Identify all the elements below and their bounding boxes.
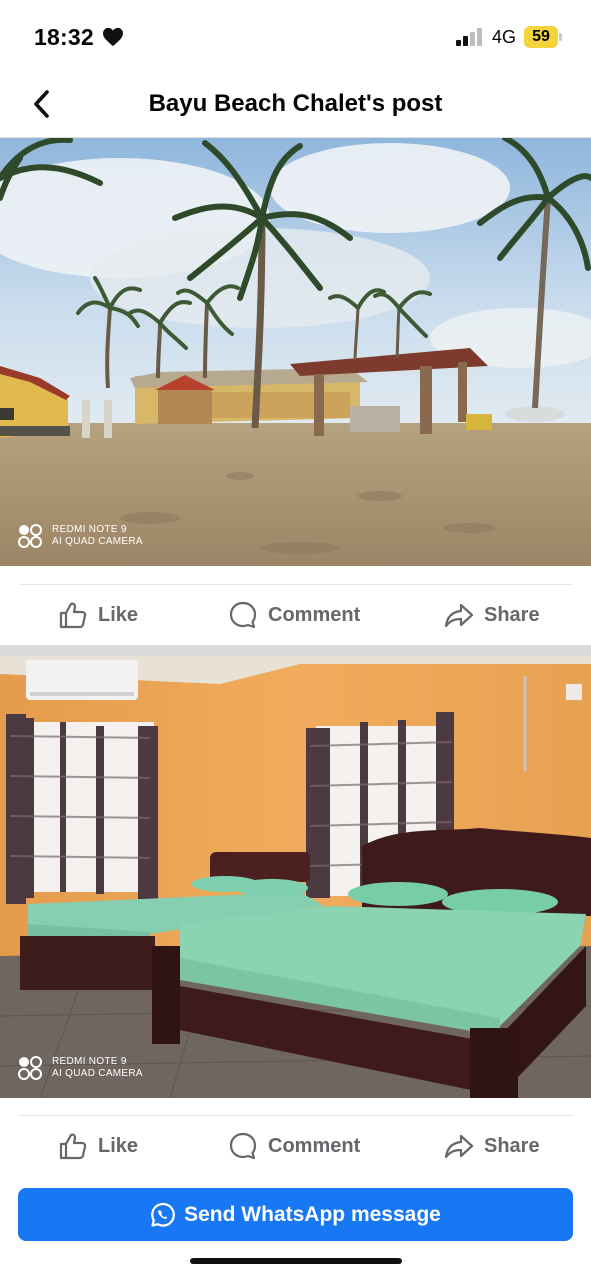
- post-actions: Like Comment Share: [20, 1115, 572, 1175]
- watermark-line1: REDMI NOTE 9: [52, 524, 127, 535]
- watermark-line2: AI QUAD CAMERA: [52, 536, 143, 547]
- share-label: Share: [484, 603, 540, 626]
- share-arrow-icon: [444, 603, 474, 628]
- heart-icon: [103, 27, 123, 47]
- comment-bubble-icon: [229, 1132, 257, 1160]
- battery-level: 59: [532, 28, 550, 45]
- comment-button[interactable]: Comment: [228, 1128, 360, 1164]
- send-whatsapp-label: Send WhatsApp message: [184, 1202, 441, 1226]
- whatsapp-icon: [151, 1202, 176, 1227]
- page-title: Bayu Beach Chalet's post: [148, 90, 443, 117]
- share-label: Share: [484, 1134, 540, 1157]
- camera-lens-icon: [18, 1056, 42, 1080]
- like-label: Like: [98, 1134, 139, 1157]
- comment-label: Comment: [268, 603, 361, 626]
- like-button[interactable]: Like: [58, 1128, 138, 1164]
- post-header: Bayu Beach Chalet's post: [0, 72, 591, 138]
- share-button[interactable]: Share: [444, 1128, 540, 1164]
- home-indicator[interactable]: [190, 1258, 402, 1264]
- share-arrow-icon: [444, 1134, 474, 1159]
- status-time: 18:32: [34, 24, 94, 50]
- watermark-line2: AI QUAD CAMERA: [52, 1068, 143, 1079]
- like-label: Like: [98, 603, 139, 626]
- camera-watermark: REDMI NOTE 9 AI QUAD CAMERA: [18, 524, 143, 548]
- share-button[interactable]: Share: [444, 597, 540, 633]
- comment-bubble-icon: [229, 601, 257, 629]
- cellular-signal-icon: [456, 28, 482, 46]
- chevron-left-icon[interactable]: [28, 88, 56, 120]
- comment-button[interactable]: Comment: [228, 597, 360, 633]
- post-actions: Like Comment Share: [20, 584, 572, 644]
- post-photo-bedroom[interactable]: REDMI NOTE 9 AI QUAD CAMERA: [0, 656, 591, 1098]
- thumbs-up-icon: [59, 602, 87, 629]
- comment-label: Comment: [268, 1134, 361, 1157]
- beach-image: [0, 138, 591, 566]
- battery-icon: 59: [524, 26, 562, 48]
- post-separator: [0, 645, 591, 656]
- camera-lens-icon: [18, 524, 42, 548]
- status-bar: 18:32 4G 59: [0, 0, 591, 72]
- post-photo-beach[interactable]: REDMI NOTE 9 AI QUAD CAMERA: [0, 138, 591, 566]
- send-whatsapp-button[interactable]: Send WhatsApp message: [18, 1188, 573, 1241]
- bedroom-image: [0, 656, 591, 1098]
- network-type: 4G: [492, 27, 517, 47]
- camera-watermark: REDMI NOTE 9 AI QUAD CAMERA: [18, 1056, 143, 1080]
- watermark-line1: REDMI NOTE 9: [52, 1056, 127, 1067]
- like-button[interactable]: Like: [58, 597, 138, 633]
- thumbs-up-icon: [59, 1133, 87, 1160]
